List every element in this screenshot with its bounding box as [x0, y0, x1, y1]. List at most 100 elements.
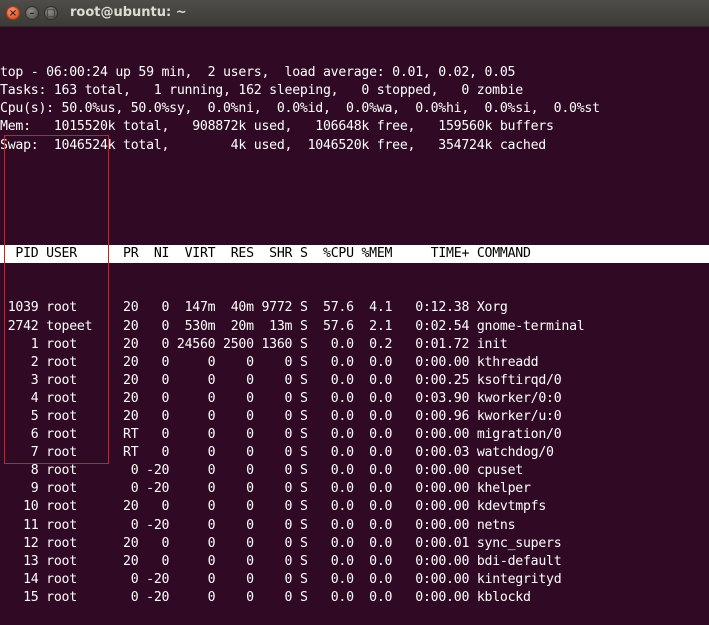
cell-virt: 0: [169, 517, 216, 533]
cell-mem: 0.0: [353, 408, 393, 424]
cell-command: kintegrityd: [469, 571, 600, 587]
process-row: 14 root 0 -20 0 0 0 S 0.0 0.0 0:00.00 ki…: [0, 571, 709, 589]
cell-mem: 0.0: [353, 354, 393, 370]
cell-cpu: 0.0: [307, 427, 354, 443]
window-titlebar[interactable]: × – □ root@ubuntu: ~: [0, 0, 709, 27]
cell-time: 0:12.38: [392, 300, 470, 316]
cell-time: 0:00.00: [392, 481, 470, 497]
cell-ni: -20: [138, 571, 170, 587]
process-row: 3 root 20 0 0 0 0 S 0.0 0.0 0:00.25 ksof…: [0, 372, 709, 390]
cell-user: root: [38, 535, 116, 551]
cell-virt: 0: [169, 481, 216, 497]
close-window-button[interactable]: ×: [6, 6, 20, 20]
cell-pid: 12: [0, 535, 39, 551]
cell-pr: RT: [115, 445, 139, 461]
cell-user: root: [38, 427, 116, 443]
cell-time: 0:03.90: [392, 390, 470, 406]
cell-res: 2500: [215, 336, 254, 352]
cell-cpu: 0.0: [307, 553, 354, 569]
cell-res: 0: [215, 517, 254, 533]
cell-shr: 0: [253, 481, 293, 497]
cell-pr: 20: [115, 354, 139, 370]
cell-virt: 0: [169, 553, 216, 569]
cell-pr: 20: [115, 318, 139, 334]
cell-pr: 20: [115, 408, 139, 424]
cell-time: 0:00.00: [392, 517, 470, 533]
cell-cpu: 0.0: [307, 408, 354, 424]
column-header-user: USER: [38, 246, 116, 262]
process-row: 7 root RT 0 0 0 0 S 0.0 0.0 0:00.03 watc…: [0, 444, 709, 462]
cell-command: kblockd: [469, 589, 600, 605]
cell-ni: 0: [138, 318, 170, 334]
cell-mem: 0.0: [353, 553, 393, 569]
cell-command: gnome-terminal: [469, 318, 600, 334]
column-header-s: S: [292, 246, 308, 262]
process-row: 4 root 20 0 0 0 0 S 0.0 0.0 0:03.90 kwor…: [0, 390, 709, 408]
cell-virt: 0: [169, 427, 216, 443]
cell-shr: 0: [253, 372, 293, 388]
cell-user: root: [38, 499, 116, 515]
cell-s: S: [292, 535, 308, 551]
cell-time: 0:00.00: [392, 354, 470, 370]
cell-mem: 0.0: [353, 589, 393, 605]
cell-pid: 11: [0, 517, 39, 533]
process-row: 5 root 20 0 0 0 0 S 0.0 0.0 0:00.96 kwor…: [0, 408, 709, 426]
top-summary: top - 06:00:24 up 59 min, 2 users, load …: [0, 64, 709, 154]
cell-user: root: [38, 445, 116, 461]
cell-pr: 20: [115, 553, 139, 569]
column-header-ni: NI: [138, 246, 170, 262]
cell-shr: 0: [253, 571, 293, 587]
cell-shr: 0: [253, 553, 293, 569]
cell-time: 0:00.96: [392, 408, 470, 424]
cell-pid: 1039: [0, 300, 39, 316]
cell-res: 0: [215, 535, 254, 551]
cell-ni: 0: [138, 408, 170, 424]
process-table-header: PID USER PR NI VIRT RES SHR S %CPU %MEM …: [0, 245, 709, 264]
cell-command: netns: [469, 517, 600, 533]
cell-shr: 0: [253, 390, 293, 406]
cell-ni: -20: [138, 589, 170, 605]
cell-time: 0:00.00: [392, 553, 470, 569]
cell-ni: -20: [138, 481, 170, 497]
column-header-cpu: %CPU: [307, 246, 354, 262]
cell-pr: 20: [115, 499, 139, 515]
cell-pid: 3: [0, 372, 39, 388]
cell-virt: 0: [169, 408, 216, 424]
cell-time: 0:02.54: [392, 318, 470, 334]
process-row: 15 root 0 -20 0 0 0 S 0.0 0.0 0:00.00 kb…: [0, 589, 709, 607]
cell-ni: 0: [138, 336, 170, 352]
column-header-virt: VIRT: [169, 246, 216, 262]
cell-mem: 2.1: [353, 318, 393, 334]
process-row: 1 root 20 0 24560 2500 1360 S 0.0 0.2 0:…: [0, 336, 709, 354]
maximize-window-button[interactable]: □: [44, 6, 58, 20]
cell-virt: 0: [169, 445, 216, 461]
cell-ni: 0: [138, 300, 170, 316]
cell-time: 0:00.00: [392, 499, 470, 515]
cell-pid: 2: [0, 354, 39, 370]
process-row: 8 root 0 -20 0 0 0 S 0.0 0.0 0:00.00 cpu…: [0, 462, 709, 480]
minimize-window-button[interactable]: –: [25, 6, 39, 20]
cell-res: 0: [215, 445, 254, 461]
cell-cpu: 0.0: [307, 372, 354, 388]
process-row: 1039 root 20 0 147m 40m 9772 S 57.6 4.1 …: [0, 299, 709, 317]
cell-virt: 147m: [169, 300, 216, 316]
cell-s: S: [292, 354, 308, 370]
summary-line: top - 06:00:24 up 59 min, 2 users, load …: [0, 65, 516, 81]
cell-pr: 0: [115, 481, 139, 497]
terminal-output[interactable]: top - 06:00:24 up 59 min, 2 users, load …: [0, 28, 709, 625]
column-header-pr: PR: [115, 246, 139, 262]
cell-time: 0:00.03: [392, 445, 470, 461]
cell-cpu: 0.0: [307, 481, 354, 497]
cell-s: S: [292, 300, 308, 316]
cell-virt: 530m: [169, 318, 216, 334]
cell-pid: 14: [0, 571, 39, 587]
cell-ni: 0: [138, 354, 170, 370]
summary-line: Mem: 1015520k total, 908872k used, 10664…: [0, 119, 554, 135]
cell-s: S: [292, 390, 308, 406]
cell-res: 0: [215, 499, 254, 515]
cell-s: S: [292, 318, 308, 334]
process-row: 6 root RT 0 0 0 0 S 0.0 0.0 0:00.00 migr…: [0, 426, 709, 444]
cell-mem: 0.0: [353, 499, 393, 515]
cell-pr: 0: [115, 517, 139, 533]
cell-mem: 4.1: [353, 300, 393, 316]
